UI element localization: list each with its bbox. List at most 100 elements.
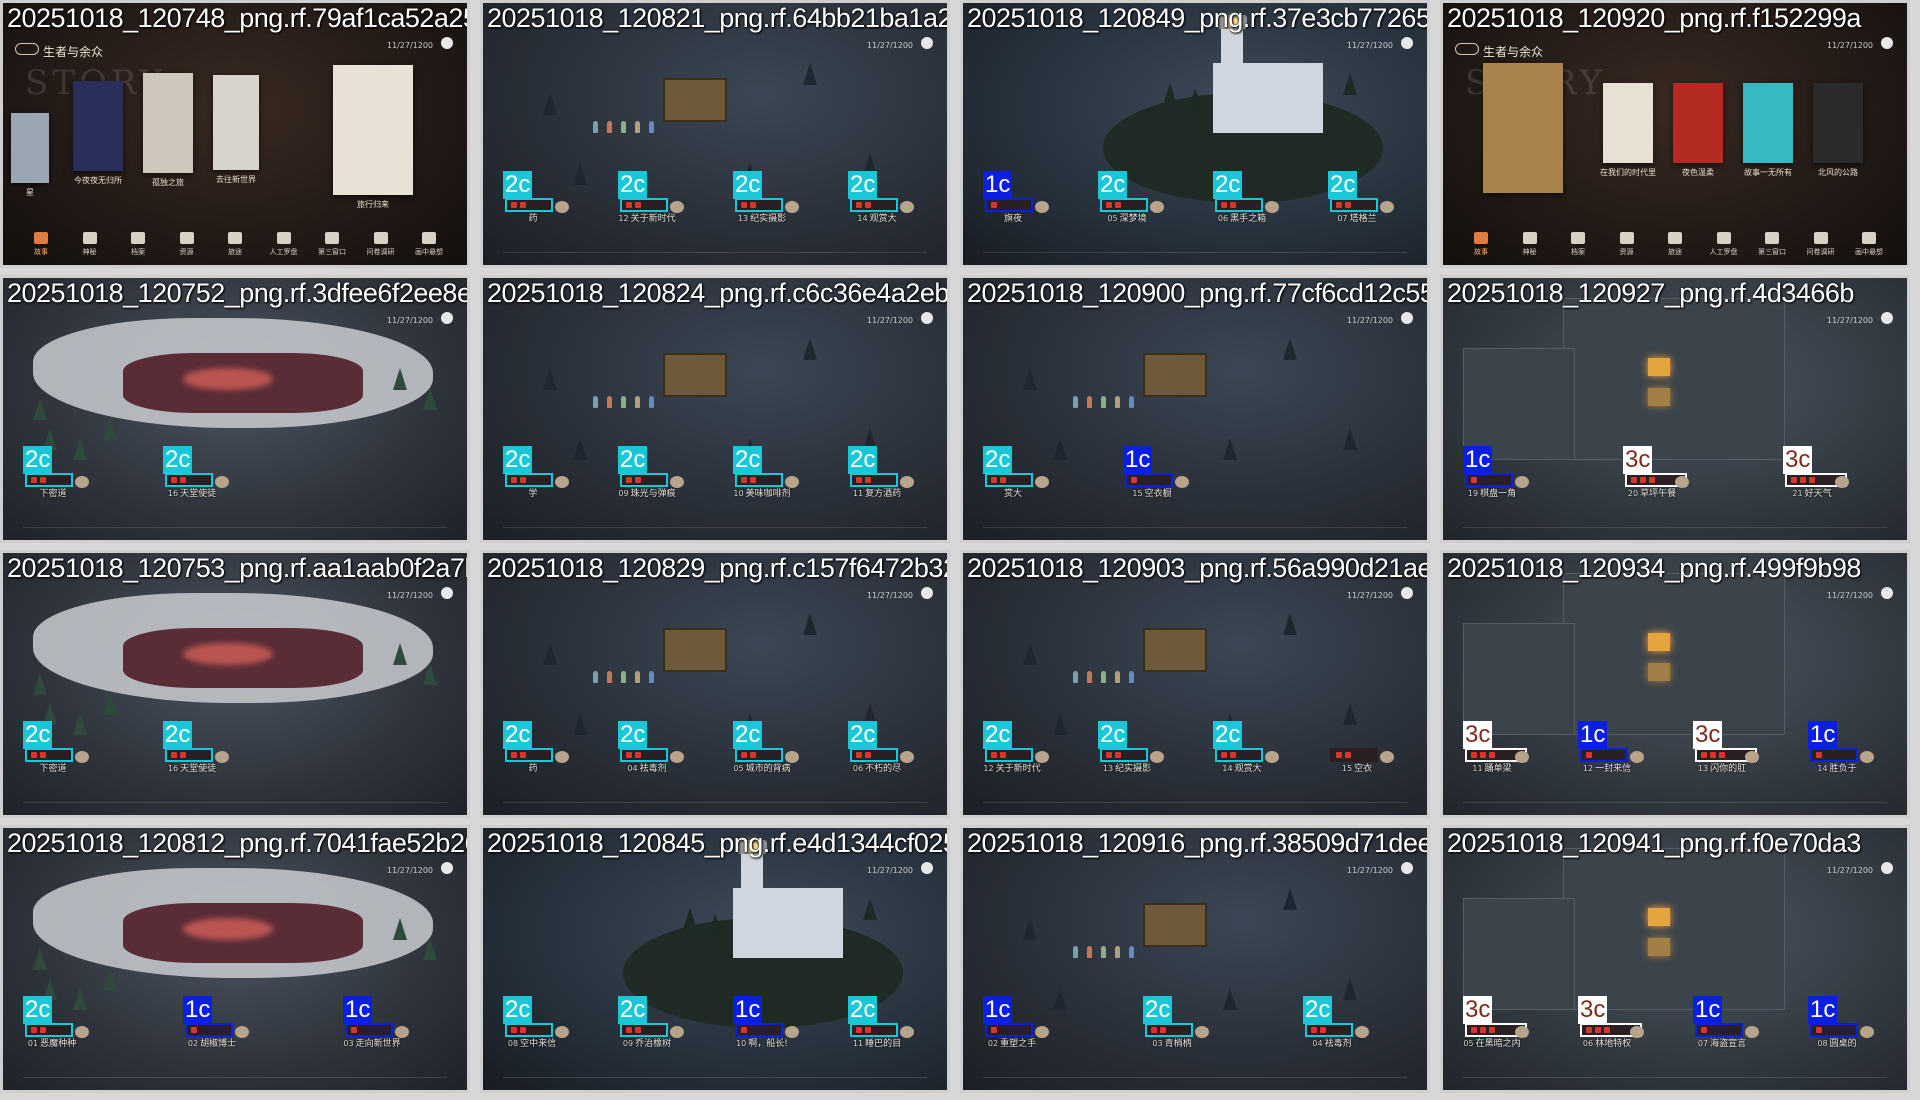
book-cover[interactable] — [1603, 83, 1653, 163]
story-card[interactable]: 2c 10 美味咖啡剂 — [733, 446, 799, 499]
story-card[interactable]: 1c 15 空衣橱 — [1123, 446, 1189, 499]
story-card[interactable]: 1c 14 胜负于 — [1808, 721, 1874, 774]
story-card[interactable]: 2c 03 青梢柄 — [1143, 996, 1209, 1049]
settings-icon[interactable] — [441, 587, 453, 599]
story-card[interactable]: 2c 赏大 — [983, 446, 1049, 499]
story-card[interactable]: 3c 06 林地特权 — [1578, 996, 1644, 1049]
story-card[interactable]: 2c 14 观赏大 — [1213, 721, 1279, 774]
card-frame — [985, 1023, 1033, 1037]
story-card[interactable]: 2c 11 睡巴的目 — [848, 996, 914, 1049]
settings-icon[interactable] — [1401, 312, 1413, 324]
settings-icon[interactable] — [921, 312, 933, 324]
story-card[interactable]: 3c 05 在黑暗之内 — [1463, 996, 1529, 1049]
story-card[interactable]: 1c 08 圆桌的 — [1808, 996, 1874, 1049]
book-cover[interactable] — [73, 81, 123, 171]
story-card[interactable]: 1c 10 啊，船长! — [733, 996, 799, 1049]
back-button[interactable] — [15, 43, 39, 55]
settings-icon[interactable] — [1881, 312, 1893, 324]
story-card[interactable]: 2c 04 祛毒剂 — [1303, 996, 1369, 1049]
story-card[interactable]: 2c 12 关于新时代 — [618, 171, 684, 224]
story-card[interactable]: 2c 学 — [503, 446, 569, 499]
menu-item-4[interactable]: 旅途 — [1657, 232, 1693, 257]
screenshot-tile: 2c 12 关于新时代 2c 13 纪实摄影 2c 14 观赏大 15 空衣 11/27/1200 20… — [960, 550, 1430, 818]
settings-icon[interactable] — [921, 587, 933, 599]
story-card[interactable]: 3c 11 踊单梁 — [1463, 721, 1529, 774]
story-card[interactable]: 2c 04 祛毒剂 — [618, 721, 684, 774]
book-cover[interactable] — [1673, 83, 1723, 163]
menu-item-5[interactable]: 人工罗盘 — [1706, 232, 1742, 257]
story-card[interactable]: 1c 12 一封来信 — [1578, 721, 1644, 774]
menu-item-6[interactable]: 第三窗口 — [1754, 232, 1790, 257]
menu-item-1[interactable]: 神秘 — [1512, 232, 1548, 257]
story-card[interactable]: 2c 01 恶魔种种 — [23, 996, 89, 1049]
story-card[interactable]: 1c 02 重塑之手 — [983, 996, 1049, 1049]
settings-icon[interactable] — [1401, 37, 1413, 49]
book-cover[interactable] — [143, 73, 193, 173]
book-cover[interactable] — [1813, 83, 1863, 163]
menu-item-3[interactable]: 资源 — [169, 232, 205, 257]
story-card[interactable]: 15 空衣 — [1328, 721, 1394, 774]
menu-item-6[interactable]: 第三窗口 — [314, 232, 350, 257]
menu-item-7[interactable]: 问卷调研 — [1803, 232, 1839, 257]
story-card[interactable]: 2c 16 天堂使徒 — [163, 721, 229, 774]
settings-icon[interactable] — [1881, 587, 1893, 599]
story-card[interactable]: 2c 11 复方酒药 — [848, 446, 914, 499]
story-card[interactable]: 2c 05 城市的背病 — [733, 721, 799, 774]
story-card[interactable]: 2c 下密道 — [23, 721, 89, 774]
settings-icon[interactable] — [921, 37, 933, 49]
book-cover[interactable] — [333, 65, 413, 195]
settings-icon[interactable] — [441, 862, 453, 874]
book-cover[interactable] — [1743, 83, 1793, 163]
menu-item-1[interactable]: 神秘 — [72, 232, 108, 257]
book-cover[interactable] — [11, 113, 49, 183]
menu-item-0[interactable]: 故事 — [23, 232, 59, 257]
menu-item-8[interactable]: 画中悬想 — [1851, 232, 1887, 257]
story-card[interactable]: 2c 06 黑手之箱 — [1213, 171, 1279, 224]
menu-item-0[interactable]: 故事 — [1463, 232, 1499, 257]
item-icon — [215, 476, 229, 488]
story-card[interactable]: 2c 09 乔治橡树 — [618, 996, 684, 1049]
settings-icon[interactable] — [1401, 862, 1413, 874]
item-icon — [1175, 476, 1189, 488]
settings-icon[interactable] — [1881, 37, 1893, 49]
story-card[interactable]: 2c 14 观赏大 — [848, 171, 914, 224]
story-card[interactable]: 2c 05 深梦境 — [1098, 171, 1164, 224]
story-card[interactable]: 1c 07 海盗宣言 — [1693, 996, 1759, 1049]
book-cover[interactable] — [213, 75, 259, 170]
story-card[interactable]: 3c 21 好天气 — [1783, 446, 1849, 499]
card-frame — [1810, 1023, 1858, 1037]
settings-icon[interactable] — [1881, 862, 1893, 874]
card-title: 药 — [497, 761, 567, 774]
story-card[interactable]: 2c 06 不朽的尽 — [848, 721, 914, 774]
story-card[interactable]: 2c 药 — [503, 171, 569, 224]
back-button[interactable] — [1455, 43, 1479, 55]
story-card[interactable]: 1c 旗夜 — [983, 171, 1049, 224]
story-card[interactable]: 1c 03 走向新世界 — [343, 996, 409, 1049]
menu-item-label: 人工罗盘 — [1709, 248, 1738, 256]
menu-item-5[interactable]: 人工罗盘 — [266, 232, 302, 257]
menu-item-3[interactable]: 资源 — [1609, 232, 1645, 257]
story-card[interactable]: 2c 药 — [503, 721, 569, 774]
story-card[interactable]: 1c 02 胡椒博士 — [183, 996, 249, 1049]
settings-icon[interactable] — [921, 862, 933, 874]
featured-book-cover[interactable] — [1483, 63, 1563, 193]
settings-icon[interactable] — [1401, 587, 1413, 599]
story-card[interactable]: 2c 16 天堂使徒 — [163, 446, 229, 499]
story-card[interactable]: 2c 下密道 — [23, 446, 89, 499]
story-card[interactable]: 2c 13 纪实摄影 — [733, 171, 799, 224]
story-card[interactable]: 2c 07 塔格兰 — [1328, 171, 1394, 224]
menu-item-7[interactable]: 问卷调研 — [363, 232, 399, 257]
story-card[interactable]: 3c 13 闪你的肛 — [1693, 721, 1759, 774]
story-card[interactable]: 2c 13 纪实摄影 — [1098, 721, 1164, 774]
story-card[interactable]: 3c 20 草坪午餐 — [1623, 446, 1689, 499]
story-card[interactable]: 2c 08 空中来信 — [503, 996, 569, 1049]
story-card[interactable]: 1c 19 棋盘一角 — [1463, 446, 1529, 499]
settings-icon[interactable] — [441, 312, 453, 324]
story-card[interactable]: 2c 09 珠光与弹痕 — [618, 446, 684, 499]
menu-item-4[interactable]: 旅途 — [217, 232, 253, 257]
settings-icon[interactable] — [441, 37, 453, 49]
menu-item-2[interactable]: 档案 — [120, 232, 156, 257]
menu-item-8[interactable]: 画中悬想 — [411, 232, 447, 257]
menu-item-2[interactable]: 档案 — [1560, 232, 1596, 257]
story-card[interactable]: 2c 12 关于新时代 — [983, 721, 1049, 774]
